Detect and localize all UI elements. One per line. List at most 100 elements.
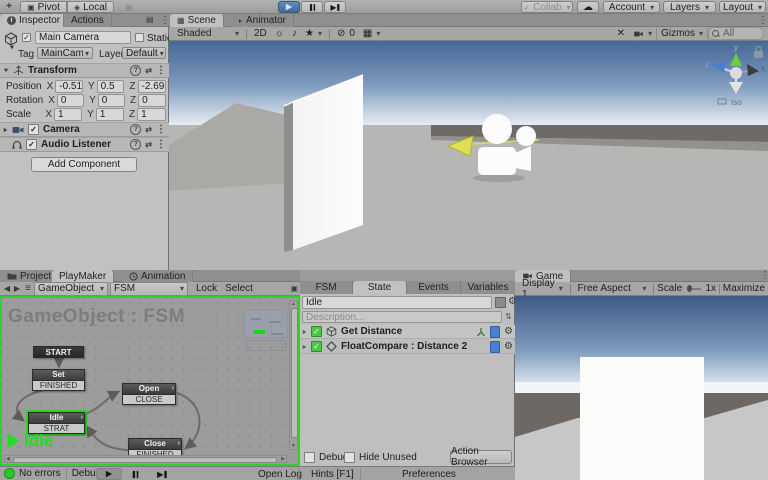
help-icon[interactable]: ?	[130, 139, 141, 150]
camera-gizmo-reel1[interactable]	[482, 114, 512, 144]
doc-icon[interactable]	[490, 341, 500, 353]
tab-animation[interactable]: Animation	[122, 270, 193, 282]
scene-menu-icon[interactable]: ⋮	[758, 15, 768, 26]
2d-toggle[interactable]: 2D	[250, 28, 271, 40]
hide-unused-toggle[interactable]: Hide Unused	[344, 452, 417, 463]
gameobject-dropdown[interactable]: GameObject▾	[34, 282, 108, 296]
add-component-button[interactable]: Add Component	[31, 157, 137, 172]
camera-component-header[interactable]: ✓ Camera ? ⇄ ⋮	[0, 122, 169, 137]
transition-label[interactable]: FINISHED	[33, 380, 84, 390]
account-button[interactable]: Account▾	[603, 1, 660, 13]
state-node-start[interactable]: START	[33, 346, 84, 358]
gizmo-center[interactable]	[730, 67, 742, 79]
graph-hscrollbar[interactable]: ◀ ▶	[4, 455, 287, 463]
scene-search-input[interactable]: All	[708, 27, 764, 40]
grid-settings-icon[interactable]: ▦▾	[359, 28, 384, 40]
lock-button[interactable]: Lock	[192, 283, 221, 295]
presets-icon[interactable]: ⇄	[145, 66, 152, 75]
step-button[interactable]	[324, 1, 346, 13]
open-log-button[interactable]: Open Log	[258, 469, 302, 480]
graph-settings-icon[interactable]: ▣	[290, 284, 298, 293]
pause-button[interactable]	[301, 1, 323, 13]
help-icon[interactable]: ?	[130, 124, 141, 135]
collab-button[interactable]: ✓ Collab ▾	[521, 1, 573, 13]
scene-viewport[interactable]: y z x Iso	[169, 41, 768, 270]
tab-actions[interactable]: Actions	[63, 14, 112, 27]
transition-label[interactable]: CLOSE	[123, 394, 175, 404]
gameobject-cube-icon[interactable]	[4, 32, 18, 46]
tab-fsm[interactable]: FSM	[300, 281, 353, 294]
tab-events[interactable]: Events	[407, 281, 461, 294]
state-name-field[interactable]: Idle	[302, 296, 492, 309]
action-row-float-compare[interactable]: ✓ FloatCompare : Distance 2 ⚙	[300, 340, 515, 354]
local-button[interactable]: ◈ Local	[67, 1, 114, 13]
scene-audio-icon[interactable]: ♪	[288, 28, 301, 40]
scene-lighting-icon[interactable]: ☼	[271, 28, 288, 40]
minimap-viewport-rect[interactable]	[246, 340, 286, 351]
action-browser-button[interactable]: Action Browser	[450, 450, 512, 464]
active-checkbox[interactable]: ✓	[22, 33, 31, 42]
layers-button[interactable]: Layers▾	[663, 1, 716, 13]
action-gear-icon[interactable]: ⚙	[504, 327, 513, 337]
axes-gizmo-icon[interactable]	[476, 327, 486, 337]
fsm-pause-button[interactable]	[128, 468, 143, 480]
tab-scene[interactable]: ▦ Scene	[170, 14, 224, 27]
doc-icon[interactable]	[490, 326, 500, 338]
iso-label[interactable]: Iso	[731, 98, 742, 107]
action-enabled-checkbox[interactable]: ✓	[311, 326, 322, 337]
snap-tool-icon[interactable]: ▦	[122, 1, 136, 13]
fsm-play-button[interactable]	[96, 468, 122, 480]
state-color-swatch[interactable]	[495, 297, 506, 308]
tab-animator[interactable]: Animator	[231, 14, 294, 27]
hamburger-icon[interactable]: ≡	[22, 283, 34, 294]
tab-inspector[interactable]: i Inspector	[0, 14, 68, 27]
expander-icon[interactable]	[303, 329, 307, 333]
game-menu-icon[interactable]: ⋮	[760, 270, 768, 281]
presets-icon[interactable]: ⇄	[145, 125, 152, 134]
menu-icon[interactable]: ⋮	[156, 124, 166, 135]
gizmos-dropdown[interactable]: Gizmos▾	[656, 28, 708, 40]
menu-icon[interactable]: ⋮	[156, 65, 166, 76]
camera-gizmo-body[interactable]	[478, 147, 516, 175]
menu-icon[interactable]: ⋮	[156, 139, 166, 150]
pivot-button[interactable]: ▣ Pivot	[20, 1, 67, 13]
scene-camera-icon[interactable]: ▾	[629, 28, 656, 40]
hide-unused-checkbox[interactable]	[344, 452, 355, 463]
preferences-button[interactable]: Preferences	[402, 469, 456, 480]
audio-enabled-checkbox[interactable]: ✓	[26, 139, 37, 150]
rotation-y-field[interactable]: 0	[98, 94, 125, 107]
scene-tools-icon[interactable]: ✕	[613, 28, 629, 40]
camera-gizmo-reel2[interactable]	[516, 126, 536, 146]
graph-minimap[interactable]	[244, 310, 288, 338]
transform-header[interactable]: Transform ? ⇄ ⋮	[0, 63, 169, 78]
position-z-field[interactable]: -2.695	[138, 80, 166, 93]
shading-mode-dropdown[interactable]: Shaded▾	[173, 28, 243, 40]
position-x-field[interactable]: -0.51	[55, 80, 83, 93]
play-button[interactable]	[278, 1, 300, 13]
scale-z-field[interactable]: 1	[137, 108, 166, 121]
hints-button[interactable]: Hints [F1]	[311, 469, 354, 480]
move-tool-icon[interactable]: +	[3, 0, 15, 13]
scale-x-field[interactable]: 1	[54, 108, 82, 121]
position-y-field[interactable]: 0.5	[97, 80, 125, 93]
scene-effects-icon[interactable]: ★▾	[301, 28, 326, 40]
tab-project[interactable]: Project	[0, 270, 59, 282]
audio-listener-header[interactable]: ✓ Audio Listener ? ⇄ ⋮	[0, 137, 169, 152]
action-row-get-distance[interactable]: ✓ Get Distance ⚙	[300, 325, 515, 339]
tab-playmaker[interactable]: PlayMaker	[52, 270, 114, 282]
debug-checkbox[interactable]	[304, 452, 315, 463]
wall-front-face[interactable]	[293, 75, 363, 250]
back-icon[interactable]: ◀	[2, 284, 12, 293]
gameobject-icon-dropdown[interactable]	[10, 46, 14, 50]
tab-state[interactable]: State	[353, 281, 407, 294]
description-field[interactable]: Description...	[302, 311, 502, 323]
scale-slider-track[interactable]	[692, 288, 701, 290]
rotation-z-field[interactable]: 0	[138, 94, 166, 107]
tag-dropdown[interactable]: MainCamera ▾	[37, 47, 93, 59]
description-expand-icon[interactable]: ⇅	[505, 312, 512, 321]
tab-variables[interactable]: Variables	[461, 281, 515, 294]
layout-button[interactable]: Layout▾	[719, 1, 766, 13]
maximize-button[interactable]: Maximize	[723, 283, 765, 294]
action-enabled-checkbox[interactable]: ✓	[311, 341, 322, 352]
fsm-dropdown[interactable]: FSM▾	[110, 282, 188, 296]
